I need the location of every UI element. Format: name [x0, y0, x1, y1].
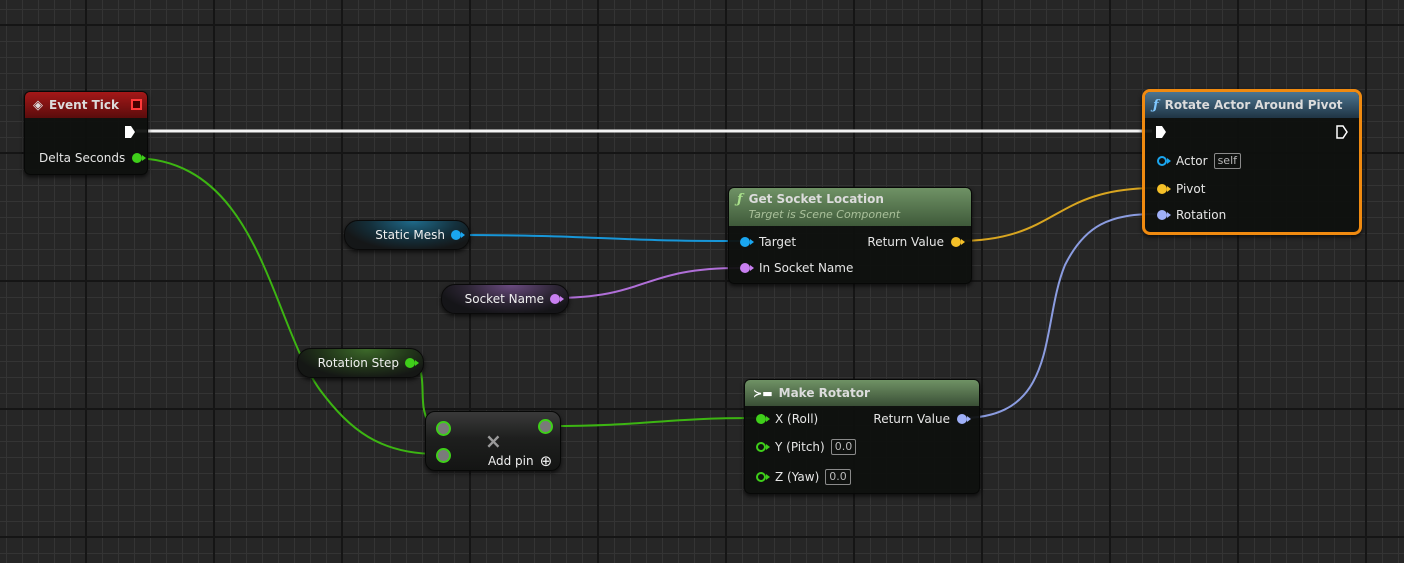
event-tick-title: Event Tick — [49, 98, 120, 112]
delta-seconds-wire — [131, 157, 438, 455]
rotate-actor-around-pivot-node[interactable]: ƒ Rotate Actor Around Pivot Actor self P… — [1142, 89, 1362, 235]
make-rotator-title: Make Rotator — [778, 386, 870, 400]
y-pitch-input[interactable]: 0.0 — [830, 439, 857, 455]
rotation-pin[interactable] — [1157, 210, 1171, 220]
make-struct-icon: ≻▬ — [753, 386, 773, 400]
add-pin-button[interactable]: Add pin ⊕ — [488, 452, 552, 470]
target-label: Target — [759, 235, 797, 249]
delegate-square-icon[interactable] — [131, 99, 142, 110]
operator-icon: × — [485, 429, 502, 453]
static-mesh-variable-node[interactable]: Static Mesh — [344, 220, 470, 250]
add-output-wire — [547, 417, 757, 427]
wire-layer — [131, 129, 1157, 455]
delta-seconds-pin[interactable] — [132, 153, 147, 163]
event-tick-header[interactable]: ◈ Event Tick — [25, 92, 147, 118]
make-rotator-node[interactable]: ≻▬ Make Rotator X (Roll) Y (Pitch) 0.0 Z… — [744, 379, 980, 494]
exec-out-pin[interactable] — [1336, 125, 1348, 139]
input-b-pin[interactable] — [436, 448, 451, 463]
event-tick-node[interactable]: ◈ Event Tick Delta Seconds — [24, 91, 148, 175]
add-float-node[interactable]: × Add pin ⊕ — [425, 411, 561, 471]
target-pin[interactable] — [740, 237, 754, 247]
rotator-rotation-wire — [961, 213, 1157, 419]
return-value-pin[interactable] — [951, 237, 965, 247]
pivot-pin[interactable] — [1157, 184, 1171, 194]
z-yaw-pin[interactable] — [756, 472, 770, 482]
rotate-actor-header[interactable]: ƒ Rotate Actor Around Pivot — [1145, 92, 1359, 118]
add-pin-icon: ⊕ — [539, 452, 553, 470]
delta-seconds-label: Delta Seconds — [39, 151, 126, 165]
return-value-label: Return Value — [867, 235, 944, 249]
rotation-label: Rotation — [1176, 208, 1227, 222]
actor-pin[interactable] — [1157, 156, 1171, 166]
rotation-step-variable-node[interactable]: Rotation Step — [297, 348, 424, 378]
socket-name-variable-node[interactable]: Socket Name — [441, 284, 569, 314]
make-rotator-header[interactable]: ≻▬ Make Rotator — [745, 380, 979, 406]
get-socket-location-header[interactable]: ƒ Get Socket Location Target is Scene Co… — [729, 188, 971, 226]
static-mesh-wire — [455, 234, 741, 242]
z-yaw-input[interactable]: 0.0 — [825, 469, 851, 485]
output-pin[interactable] — [538, 419, 553, 434]
static-mesh-label: Static Mesh — [375, 228, 445, 242]
get-socket-location-node[interactable]: ƒ Get Socket Location Target is Scene Co… — [728, 187, 972, 284]
actor-default-value[interactable]: self — [1213, 153, 1242, 169]
input-a-pin[interactable] — [436, 421, 451, 436]
rotation-step-pin[interactable] — [405, 358, 419, 368]
in-socket-name-pin[interactable] — [740, 263, 754, 273]
return-value-label: Return Value — [873, 412, 950, 426]
x-roll-label: X (Roll) — [775, 412, 819, 426]
get-socket-location-subtitle: Target is Scene Component — [748, 208, 901, 221]
y-pitch-label: Y (Pitch) — [775, 440, 825, 454]
z-yaw-label: Z (Yaw) — [775, 470, 820, 484]
socket-name-pin[interactable] — [550, 294, 564, 304]
function-icon: ƒ — [737, 192, 743, 207]
y-pitch-pin[interactable] — [756, 442, 770, 452]
rotate-actor-title: Rotate Actor Around Pivot — [1164, 98, 1343, 112]
pivot-label: Pivot — [1176, 182, 1206, 196]
socket-name-label: Socket Name — [464, 292, 544, 306]
event-diamond-icon: ◈ — [33, 97, 43, 113]
actor-label: Actor — [1176, 154, 1208, 168]
rotation-step-label: Rotation Step — [317, 356, 399, 370]
x-roll-pin[interactable] — [756, 414, 770, 424]
in-socket-name-label: In Socket Name — [759, 261, 854, 275]
return-value-pin[interactable] — [957, 414, 971, 424]
get-socket-location-title: Get Socket Location — [748, 192, 884, 206]
function-icon: ƒ — [1153, 97, 1159, 113]
return-value-pivot-wire — [956, 187, 1157, 242]
exec-in-pin[interactable] — [1155, 125, 1167, 139]
static-mesh-pin[interactable] — [451, 230, 465, 240]
add-pin-label: Add pin — [488, 454, 534, 468]
exec-out-pin[interactable] — [124, 125, 136, 139]
socket-name-wire — [551, 267, 741, 299]
